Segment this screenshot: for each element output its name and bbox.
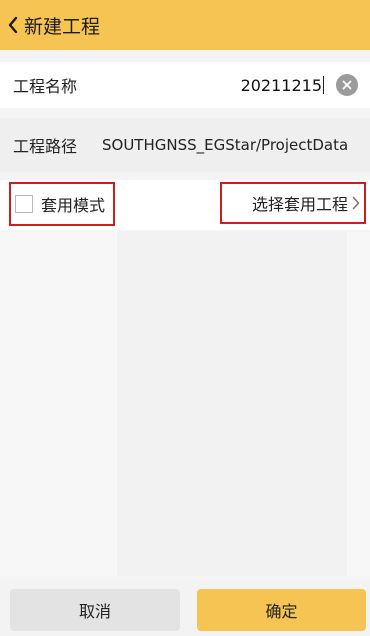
clear-circle-icon <box>342 80 352 90</box>
template-mode-checkbox[interactable]: 套用模式 <box>9 182 115 226</box>
cancel-button[interactable]: 取消 <box>10 589 180 631</box>
project-name-label: 工程名称 <box>13 77 78 96</box>
project-path-label: 工程路径 <box>13 137 78 156</box>
template-mode-label: 套用模式 <box>41 196 106 215</box>
select-template-label: 选择套用工程 <box>251 195 348 214</box>
project-name-row: 工程名称 20211215 <box>0 62 370 108</box>
content-area <box>0 232 370 576</box>
project-name-value[interactable]: 20211215 <box>241 76 322 95</box>
checkbox[interactable] <box>15 195 33 213</box>
clear-button[interactable] <box>336 74 358 96</box>
project-path-value: SOUTHGNSS_EGStar/ProjectData <box>102 136 349 154</box>
chevron-left-icon <box>8 16 18 34</box>
project-path-row: 工程路径 SOUTHGNSS_EGStar/ProjectData <box>0 118 370 172</box>
back-button[interactable] <box>2 0 24 50</box>
app-header: 新建工程 <box>0 0 370 50</box>
confirm-button[interactable]: 确定 <box>197 589 366 631</box>
project-name-field[interactable]: 20211215 <box>241 76 324 95</box>
select-template-button[interactable]: 选择套用工程 <box>220 182 366 224</box>
page-title: 新建工程 <box>24 15 101 38</box>
content-panel <box>117 232 347 576</box>
chevron-right-icon <box>352 196 360 210</box>
text-cursor <box>323 76 324 94</box>
